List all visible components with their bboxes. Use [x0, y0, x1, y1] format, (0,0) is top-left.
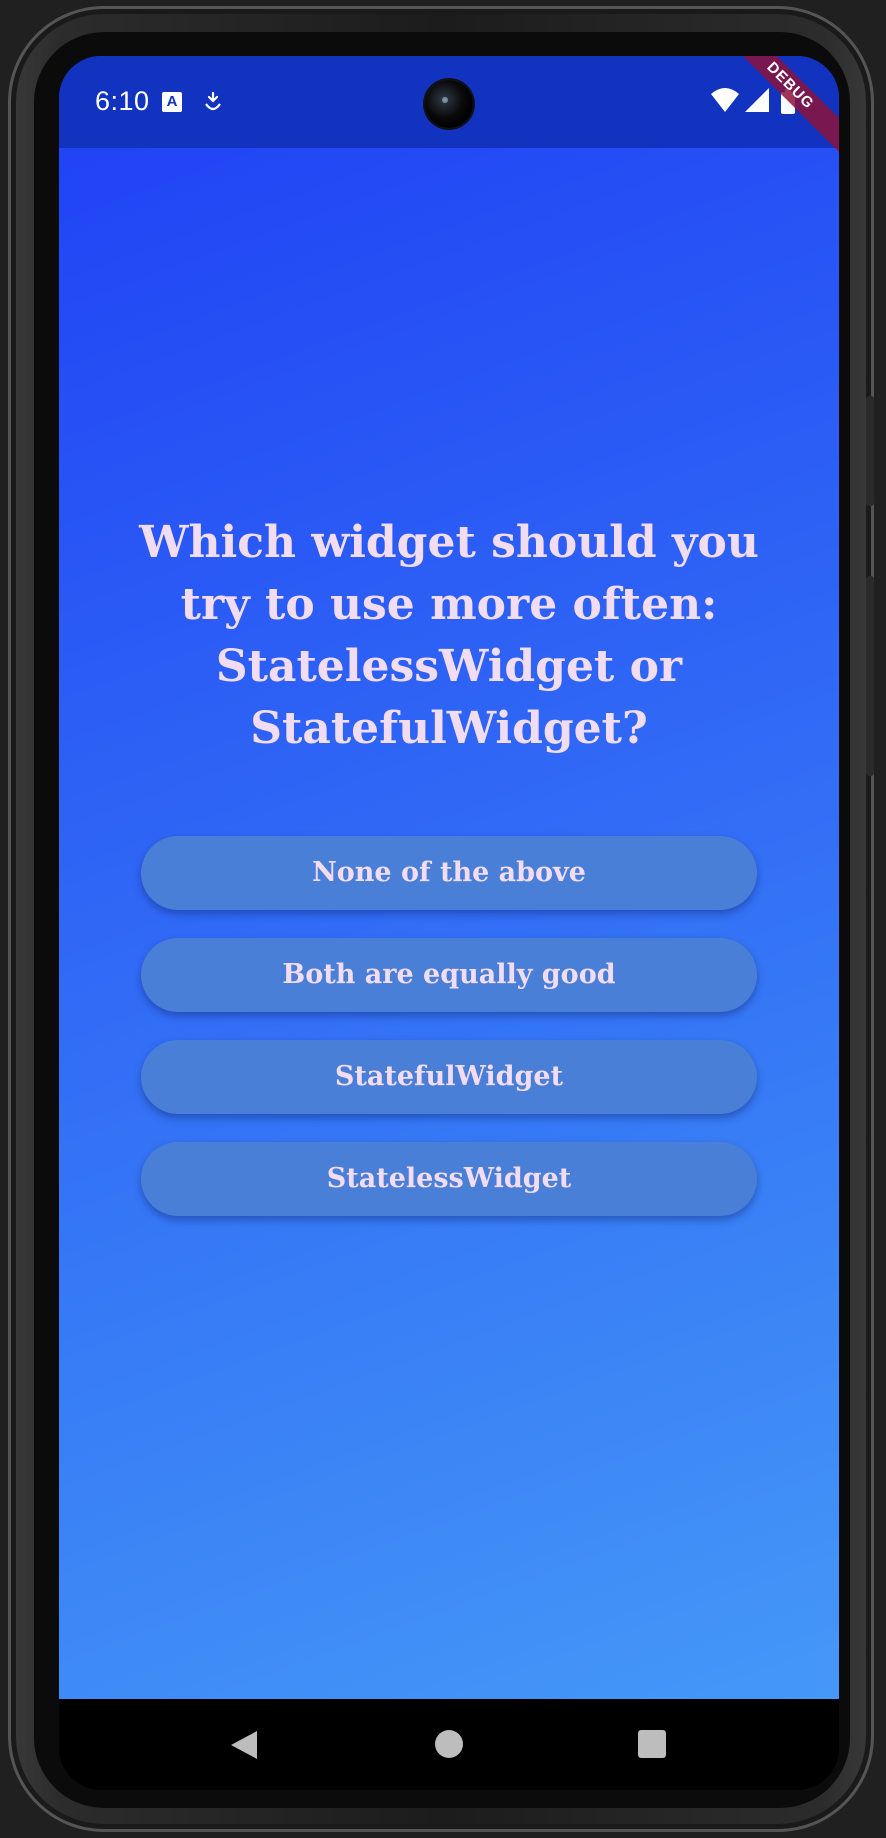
answer-button-both-equally-good[interactable]: Both are equally good [141, 938, 757, 1012]
answer-button-statelesswidget[interactable]: StatelessWidget [141, 1142, 757, 1216]
camera-cutout [425, 80, 473, 128]
answer-button-statefulwidget[interactable]: StatefulWidget [141, 1040, 757, 1114]
volume-button [866, 576, 874, 776]
screen: 6:10 A DEBUG Which widget should you try… [59, 56, 839, 1790]
back-icon[interactable] [229, 1729, 259, 1761]
cell-signal-icon [745, 88, 769, 112]
answer-list: None of the above Both are equally good … [141, 836, 757, 1244]
font-a-icon: A [162, 92, 182, 112]
phone-frame: 6:10 A DEBUG Which widget should you try… [8, 6, 874, 1832]
quiz-screen: 6:10 A DEBUG Which widget should you try… [59, 56, 839, 1699]
recents-icon[interactable] [638, 1730, 666, 1758]
wifi-icon [711, 88, 739, 112]
status-bar: 6:10 A DEBUG [59, 56, 839, 155]
question-text: Which widget should you try to use more … [139, 517, 759, 754]
side-button [866, 396, 874, 506]
status-time: 6:10 [95, 86, 150, 116]
answer-button-none-of-the-above[interactable]: None of the above [141, 836, 757, 910]
download-badge-icon [205, 91, 221, 111]
home-icon[interactable] [435, 1730, 463, 1758]
navigation-bar [59, 1699, 839, 1790]
